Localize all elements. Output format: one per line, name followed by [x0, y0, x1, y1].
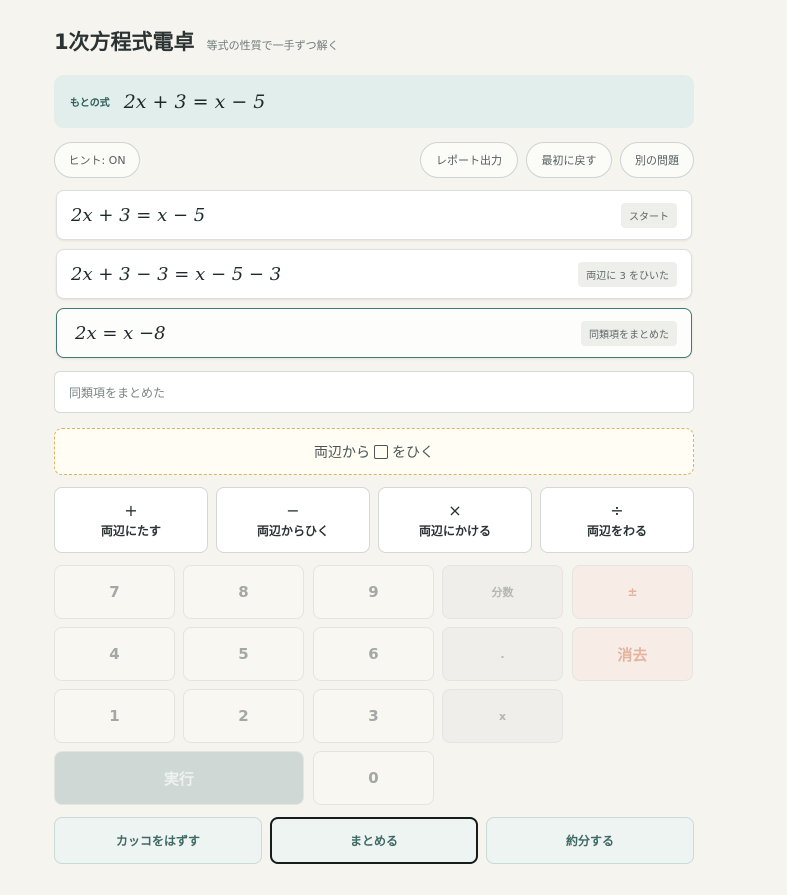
original-equation: 2x + 3 = x − 5 [123, 90, 266, 113]
step-row[interactable]: 2x + 3 = x − 5 スタート [56, 190, 692, 240]
step-note-input[interactable]: 同類項をまとめた [54, 371, 694, 413]
key-5[interactable]: 5 [183, 627, 304, 681]
key-8[interactable]: 8 [183, 565, 304, 619]
divide-icon: ÷ [610, 501, 624, 520]
key-9[interactable]: 9 [313, 565, 434, 619]
multiply-both-sides-button[interactable]: × 両辺にかける [378, 487, 532, 553]
step-tag: 同類項をまとめた [581, 320, 677, 346]
step-equation: 2x + 3 − 3 = x − 5 − 3 [71, 263, 282, 285]
step-tag: スタート [621, 202, 677, 228]
key-3[interactable]: 3 [313, 689, 434, 743]
step-row-current[interactable]: 2x = x −8 同類項をまとめた [56, 308, 692, 358]
page-subtitle: 等式の性質で一手ずつ解く [206, 39, 339, 52]
key-2[interactable]: 2 [183, 689, 304, 743]
operation-prompt-before: 両辺から [314, 444, 370, 461]
minus-icon: − [286, 501, 300, 520]
key-7[interactable]: 7 [54, 565, 175, 619]
key-6[interactable]: 6 [313, 627, 434, 681]
plus-icon: + [124, 501, 138, 520]
step-row[interactable]: 2x + 3 − 3 = x − 5 − 3 両辺に 3 をひいた [56, 249, 692, 299]
key-fraction[interactable]: 分数 [442, 565, 563, 619]
key-4[interactable]: 4 [54, 627, 175, 681]
multiply-both-sides-label: 両辺にかける [418, 524, 491, 538]
step-tag: 両辺に 3 をひいた [578, 261, 677, 287]
new-problem-button[interactable]: 別の問題 [620, 142, 694, 178]
reduce-fraction-button[interactable]: 約分する [486, 817, 694, 864]
add-both-sides-label: 両辺にたす [100, 524, 161, 538]
times-icon: × [448, 501, 462, 520]
key-plusminus[interactable]: ± [572, 565, 693, 619]
operation-prompt-after: をひく [392, 444, 434, 461]
key-0[interactable]: 0 [313, 751, 434, 805]
key-decimal-point[interactable]: . [442, 627, 563, 681]
subtract-both-sides-button[interactable]: − 両辺からひく [216, 487, 370, 553]
subtract-both-sides-label: 両辺からひく [256, 524, 329, 538]
add-both-sides-button[interactable]: + 両辺にたす [54, 487, 208, 553]
empty-box-icon [374, 444, 388, 459]
expand-parentheses-button[interactable]: カッコをはずす [54, 817, 262, 864]
operation-prompt: 両辺から をひく [54, 428, 694, 475]
page-title: 1次方程式電卓 [54, 30, 195, 54]
report-export-button[interactable]: レポート出力 [420, 142, 518, 178]
key-1[interactable]: 1 [54, 689, 175, 743]
step-equation: 2x = x −8 [75, 322, 166, 344]
combine-terms-button[interactable]: まとめる [270, 817, 478, 864]
reset-button[interactable]: 最初に戻す [526, 142, 612, 178]
original-equation-panel: もとの式 2x + 3 = x − 5 [54, 75, 694, 128]
step-equation: 2x + 3 = x − 5 [71, 204, 206, 226]
hint-toggle-button[interactable]: ヒント: ON [54, 142, 140, 178]
divide-both-sides-label: 両辺をわる [586, 524, 647, 538]
original-equation-label: もとの式 [70, 98, 110, 109]
divide-both-sides-button[interactable]: ÷ 両辺をわる [540, 487, 694, 553]
key-variable-x[interactable]: x [442, 689, 563, 743]
key-clear[interactable]: 消去 [572, 627, 693, 681]
header: 1次方程式電卓 等式の性質で一手ずつ解く [54, 26, 339, 56]
execute-button[interactable]: 実行 [54, 751, 304, 805]
